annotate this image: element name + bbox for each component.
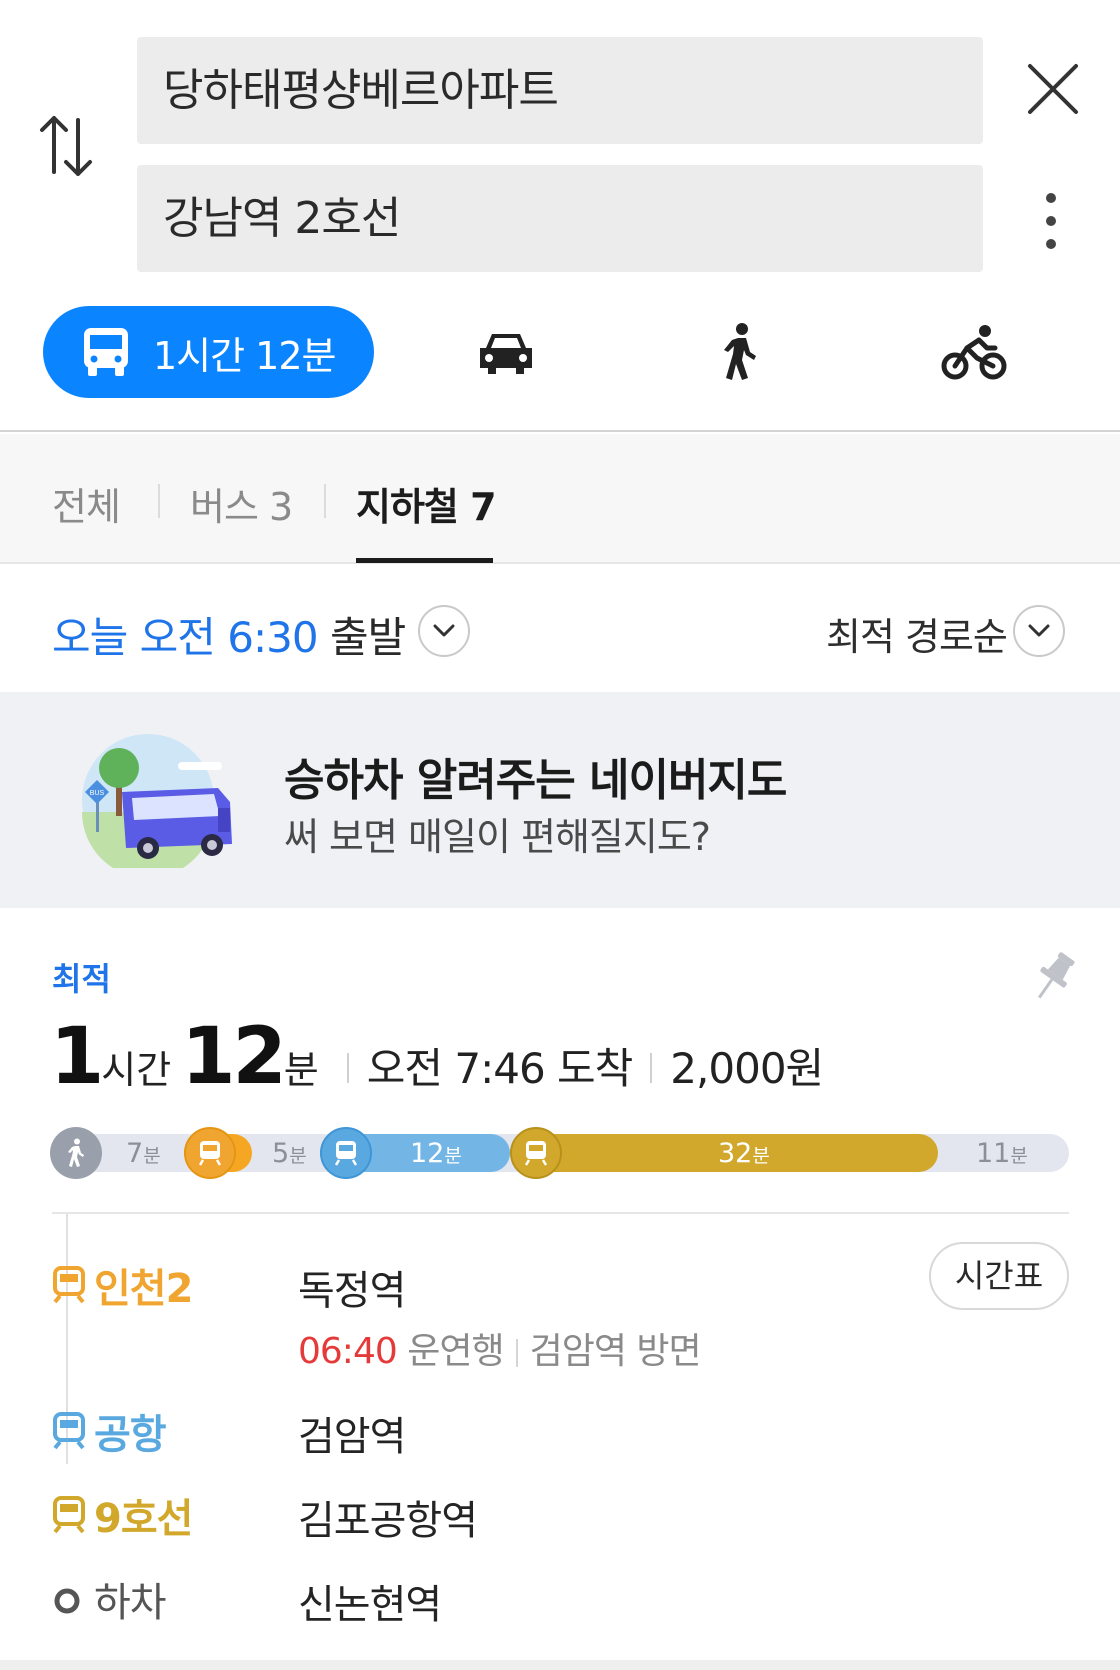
duration-hours: 1	[50, 1012, 104, 1102]
duration-minutes-unit: 분	[283, 1048, 319, 1092]
swap-icon[interactable]	[38, 110, 94, 182]
route-card[interactable]: 최적 1시간 12분 오전 7:46 도착 2,000원 7분 5분 12분 3…	[0, 908, 1120, 1670]
duration-minutes: 12	[181, 1012, 287, 1102]
station-name: 신논현역	[298, 1582, 442, 1628]
bus-illustration: BUS	[78, 732, 248, 878]
duration-hours-unit: 시간	[101, 1048, 172, 1092]
segment-unit: 분	[752, 1145, 770, 1167]
card-bottom-border	[0, 1660, 1120, 1670]
route-segment-bar: 7분 5분 12분 32분 11분	[50, 1127, 1069, 1179]
departure-detail: 06:40 운연행 검암역 방면	[298, 1322, 702, 1374]
transit-duration-label: 1시간 12분	[153, 333, 336, 378]
car-icon[interactable]	[472, 318, 540, 386]
banner-title: 승하차 알려주는 네이버지도	[284, 755, 787, 806]
line-name: 공항	[94, 1412, 167, 1458]
detail-divider	[515, 1339, 518, 1367]
destination-field[interactable]: 강남역 2호선	[137, 165, 983, 272]
summary-divider	[346, 1053, 349, 1083]
train-bound: 운연행	[407, 1331, 504, 1372]
chevron-down-icon[interactable]	[418, 605, 470, 657]
tab-all[interactable]: 전체	[52, 476, 121, 531]
segment-minutes: 7	[126, 1138, 144, 1169]
walk-icon	[50, 1127, 102, 1179]
arrival-time: 오전 7:46 도착	[366, 1044, 634, 1093]
segment-minutes: 12	[410, 1138, 445, 1169]
segment-unit: 분	[1010, 1145, 1028, 1167]
tab-divider	[324, 484, 326, 518]
segment-unit: 분	[143, 1145, 161, 1167]
segment-minutes: 5	[272, 1138, 290, 1169]
departure-suffix: 출발	[329, 613, 406, 662]
segment-final-walk-time: 11분	[976, 1138, 1028, 1169]
station-name: 독정역	[298, 1268, 406, 1314]
route-filter-tabs: 전체 버스 3 지하철 7	[0, 434, 1120, 564]
segment-walk-time: 7분	[126, 1138, 161, 1169]
subway-icon	[320, 1127, 372, 1179]
walk-icon[interactable]	[706, 318, 774, 386]
station-name: 검암역	[298, 1414, 406, 1460]
station-name: 김포공항역	[298, 1498, 478, 1544]
subway-icon	[510, 1127, 562, 1179]
subway-icon	[52, 1266, 86, 1304]
mode-transit-button[interactable]: 1시간 12분	[43, 306, 374, 398]
pin-icon[interactable]	[1030, 948, 1076, 1008]
tab-bus[interactable]: 버스 3	[190, 476, 293, 531]
subway-icon	[184, 1127, 236, 1179]
fare: 2,000원	[670, 1044, 824, 1093]
active-tab-indicator	[356, 558, 493, 563]
line-name: 인천2	[94, 1266, 193, 1312]
segment-incheon2-time: 5분	[272, 1138, 307, 1169]
alight-icon	[52, 1582, 86, 1620]
alight-label: 하차	[94, 1580, 167, 1626]
bicycle-icon[interactable]	[940, 318, 1008, 386]
departure-time-selector[interactable]: 오늘 오전 6:30 출발	[52, 604, 406, 665]
banner-subtitle: 써 보면 매일이 편해질지도?	[284, 815, 711, 859]
divider	[52, 1212, 1069, 1214]
tab-divider	[158, 484, 160, 518]
segment-airport-time: 12분	[410, 1138, 462, 1169]
segment-minutes: 32	[718, 1138, 753, 1169]
departure-time: 오늘 오전 6:30	[52, 613, 319, 662]
bus-stop-sign-text: BUS	[90, 790, 105, 797]
sort-order-label[interactable]: 최적 경로순	[826, 606, 1008, 661]
subway-icon	[52, 1496, 86, 1534]
more-options-icon[interactable]	[1036, 190, 1066, 252]
search-header: 당하태평샹베르아파트 강남역 2호선 1시간 12분	[0, 0, 1120, 432]
bus-icon	[84, 328, 128, 376]
tab-subway[interactable]: 지하철 7	[356, 476, 497, 531]
segment-unit: 분	[444, 1145, 462, 1167]
segment-unit: 분	[289, 1145, 307, 1167]
summary-divider	[650, 1053, 653, 1083]
best-route-badge: 최적	[52, 960, 111, 998]
travel-mode-tabs: 1시간 12분	[0, 306, 1120, 398]
next-train-time: 06:40	[298, 1331, 398, 1372]
depart-sort-row: 오늘 오전 6:30 출발 최적 경로순	[0, 566, 1120, 690]
segment-minutes: 11	[976, 1138, 1011, 1169]
segment-line9-time: 32분	[718, 1138, 770, 1169]
route-summary: 1시간 12분 오전 7:46 도착 2,000원	[50, 1012, 824, 1102]
promo-banner[interactable]: BUS 승하차 알려주는 네이버지도 써 보면 매일이 편해질지도?	[0, 692, 1120, 908]
subway-icon	[52, 1412, 86, 1450]
line-name: 9호선	[94, 1496, 193, 1542]
chevron-down-icon[interactable]	[1013, 605, 1065, 657]
close-icon[interactable]	[1022, 58, 1084, 120]
train-direction: 검암역 방면	[529, 1331, 702, 1372]
origin-field[interactable]: 당하태평샹베르아파트	[137, 37, 983, 144]
timetable-button[interactable]: 시간표	[929, 1242, 1069, 1310]
